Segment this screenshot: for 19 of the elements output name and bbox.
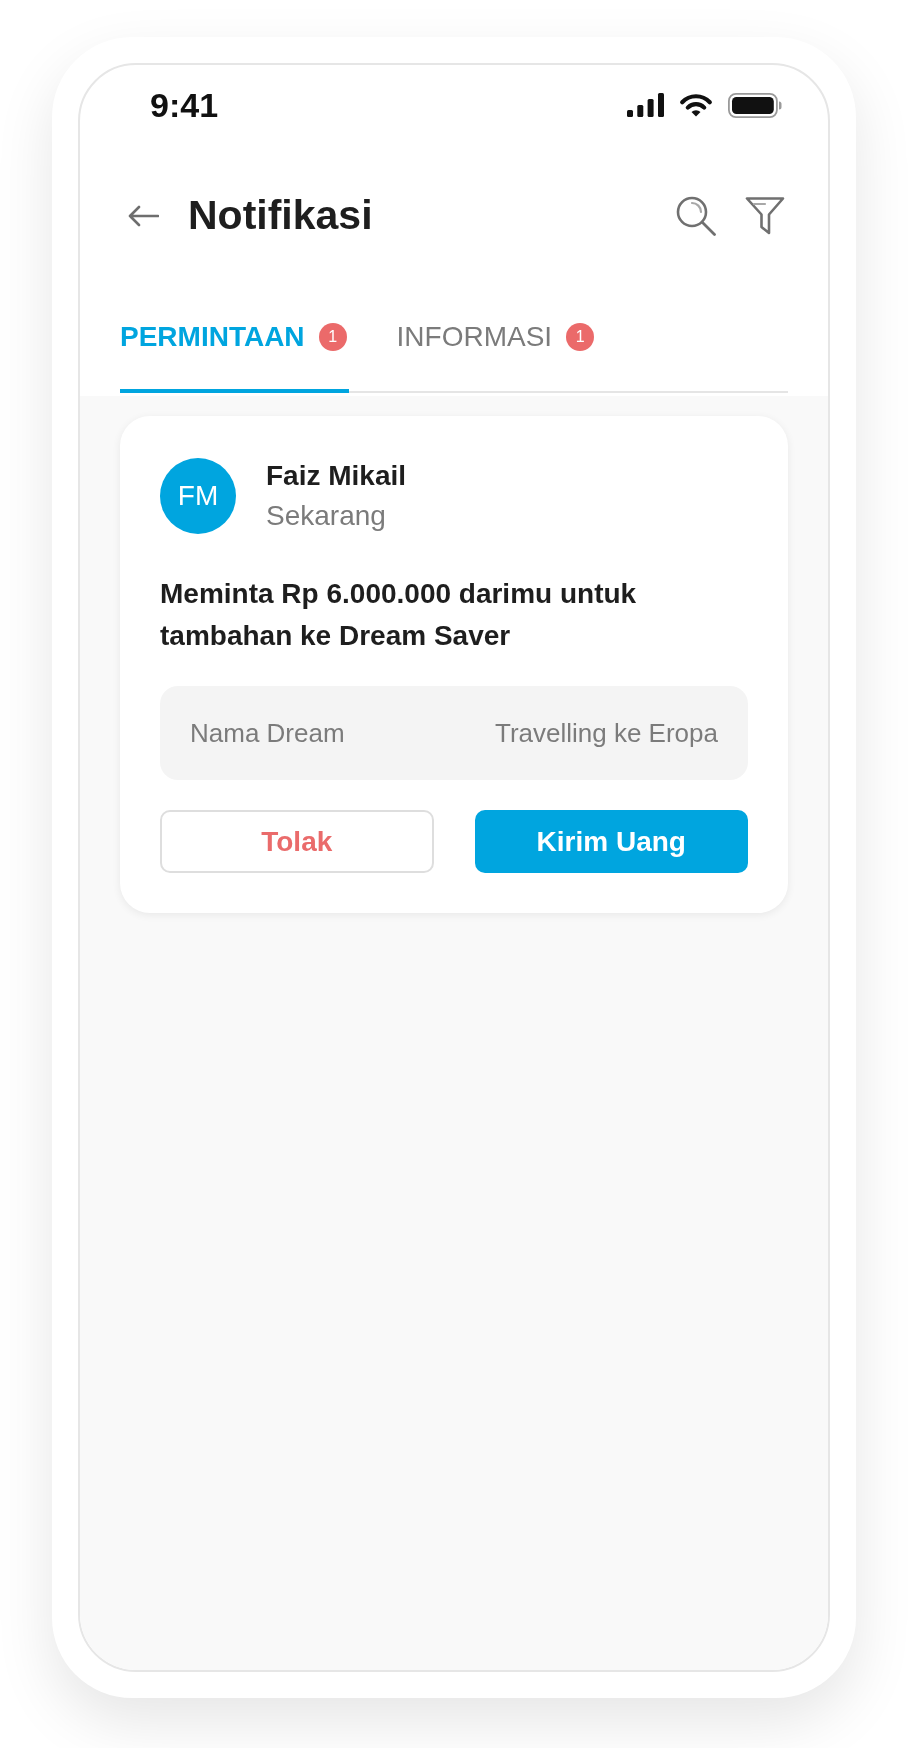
count-badge: 1 [566,323,595,351]
detail-value: Travelling ke Eropa [494,716,718,750]
notification-time: Sekarang [266,499,387,533]
notification-message: Meminta Rp 6.000.000 darimu untuk tambahan ke Dream Saver [160,577,638,653]
sender-name: Faiz Mikail [266,459,407,493]
search-icon[interactable] [676,196,716,236]
page-title: Notifikasi [188,191,373,241]
decline-button[interactable]: Tolak [160,810,434,873]
send-money-button[interactable]: Kirim Uang [474,810,748,873]
signal-icon [627,93,664,117]
filter-icon[interactable] [745,196,785,236]
status-time: 9:41 [150,84,219,126]
detail-label: Nama Dream [190,716,345,750]
count-badge: 1 [318,323,347,351]
battery-icon [728,92,782,118]
back-arrow-icon[interactable] [128,205,159,227]
avatar: FM [160,458,236,534]
wifi-icon [679,93,713,117]
tab[interactable]: INFORMASI 1 [396,287,597,393]
